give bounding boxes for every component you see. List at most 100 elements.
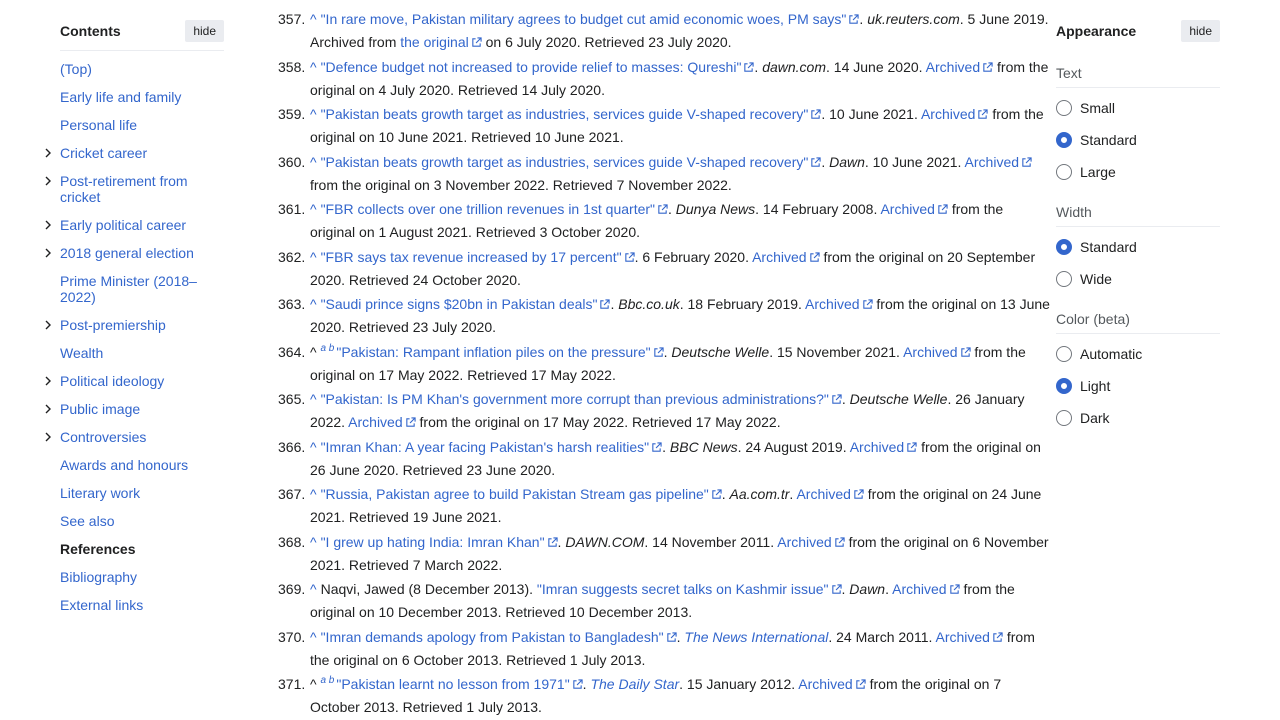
reference-title-link[interactable]: "In rare move, Pakistan military agrees … — [321, 11, 847, 27]
radio-option[interactable]: Automatic — [1056, 344, 1220, 364]
toc-item[interactable]: Awards and honours — [60, 457, 224, 473]
toc-item-label[interactable]: Prime Minister (2018–2022) — [60, 273, 197, 305]
backlink-caret[interactable]: ^ — [310, 296, 317, 312]
chevron-right-icon[interactable] — [42, 218, 54, 230]
toc-item-label[interactable]: See also — [60, 513, 114, 529]
backlink-caret[interactable]: ^ — [310, 391, 317, 407]
reference-title-link[interactable]: "Pakistan beats growth target as industr… — [321, 106, 809, 122]
reference-title-link[interactable]: "Pakistan: Is PM Khan's government more … — [321, 391, 829, 407]
toc-item[interactable]: Bibliography — [60, 569, 224, 585]
reference-title-link[interactable]: "I grew up hating India: Imran Khan" — [321, 534, 545, 550]
archived-link[interactable]: Archived — [752, 249, 806, 265]
toc-item[interactable]: Wealth — [60, 345, 224, 361]
reference-title-link[interactable]: "Imran demands apology from Pakistan to … — [321, 629, 664, 645]
backlink-caret[interactable]: ^ — [310, 201, 317, 217]
backlink-caret[interactable]: ^ — [310, 154, 317, 170]
reference-title-link[interactable]: "Imran suggests secret talks on Kashmir … — [537, 581, 829, 597]
chevron-right-icon[interactable] — [42, 146, 54, 158]
toc-item-label[interactable]: Post-retirement from cricket — [60, 173, 188, 205]
toc-item-label[interactable]: Public image — [60, 401, 140, 417]
radio-option[interactable]: Standard — [1056, 130, 1220, 150]
toc-item-label[interactable]: (Top) — [60, 61, 92, 77]
radio-button[interactable] — [1056, 410, 1072, 426]
toc-item-label[interactable]: Political ideology — [60, 373, 164, 389]
archived-link[interactable]: Archived — [880, 201, 934, 217]
radio-option[interactable]: Wide — [1056, 269, 1220, 289]
reference-publisher-link[interactable]: The News International — [684, 629, 828, 645]
archived-link[interactable]: Archived — [936, 629, 990, 645]
toc-item[interactable]: See also — [60, 513, 224, 529]
reference-title-link[interactable]: "Russia, Pakistan agree to build Pakista… — [321, 486, 709, 502]
radio-option[interactable]: Small — [1056, 98, 1220, 118]
radio-button[interactable] — [1056, 239, 1072, 255]
toc-item-label[interactable]: Controversies — [60, 429, 146, 445]
toc-item[interactable]: Cricket career — [45, 145, 224, 161]
toc-item[interactable]: References — [60, 541, 224, 557]
toc-item-label[interactable]: 2018 general election — [60, 245, 194, 261]
backlink-caret[interactable]: ^ — [310, 59, 317, 75]
backlink-caret[interactable]: ^ — [310, 439, 317, 455]
backlink-caret[interactable]: ^ — [310, 629, 317, 645]
toc-item-label[interactable]: Awards and honours — [60, 457, 188, 473]
reference-title-link[interactable]: "FBR collects over one trillion revenues… — [321, 201, 655, 217]
reference-title-link[interactable]: "FBR says tax revenue increased by 17 pe… — [321, 249, 622, 265]
appearance-hide-button[interactable]: hide — [1181, 20, 1220, 42]
backlink-caret[interactable]: ^ — [310, 11, 317, 27]
toc-item[interactable]: Public image — [45, 401, 224, 417]
toc-item-label[interactable]: Post-premiership — [60, 317, 166, 333]
backlink-letters[interactable]: a b — [320, 675, 334, 686]
backlink-caret[interactable]: ^ — [310, 106, 317, 122]
archived-link[interactable]: Archived — [777, 534, 831, 550]
toc-item[interactable]: External links — [60, 597, 224, 613]
toc-item-label[interactable]: Early political career — [60, 217, 186, 233]
backlink-caret[interactable]: ^ — [310, 249, 317, 265]
toc-item-label[interactable]: Early life and family — [60, 89, 181, 105]
radio-button[interactable] — [1056, 378, 1072, 394]
toc-item[interactable]: Literary work — [60, 485, 224, 501]
archived-link[interactable]: Archived — [892, 581, 946, 597]
toc-item[interactable]: Controversies — [45, 429, 224, 445]
archive-original-link[interactable]: the original — [400, 34, 469, 50]
chevron-right-icon[interactable] — [42, 174, 54, 186]
radio-button[interactable] — [1056, 271, 1072, 287]
reference-title-link[interactable]: "Defence budget not increased to provide… — [321, 59, 742, 75]
archived-link[interactable]: Archived — [965, 154, 1019, 170]
toc-item-label[interactable]: External links — [60, 597, 143, 613]
reference-title-link[interactable]: "Saudi prince signs $20bn in Pakistan de… — [321, 296, 598, 312]
chevron-right-icon[interactable] — [42, 246, 54, 258]
reference-title-link[interactable]: "Imran Khan: A year facing Pakistan's ha… — [321, 439, 650, 455]
toc-hide-button[interactable]: hide — [185, 20, 224, 42]
archived-link[interactable]: Archived — [903, 344, 957, 360]
toc-item-label[interactable]: Cricket career — [60, 145, 147, 161]
archived-link[interactable]: Archived — [921, 106, 975, 122]
radio-option[interactable]: Light — [1056, 376, 1220, 396]
toc-item[interactable]: Early political career — [45, 217, 224, 233]
toc-item[interactable]: Post-retirement from cricket — [45, 173, 224, 205]
archived-link[interactable]: Archived — [796, 486, 850, 502]
radio-button[interactable] — [1056, 164, 1072, 180]
radio-option[interactable]: Standard — [1056, 237, 1220, 257]
chevron-right-icon[interactable] — [42, 318, 54, 330]
backlink-letters[interactable]: a b — [320, 343, 334, 354]
toc-item[interactable]: Political ideology — [45, 373, 224, 389]
radio-button[interactable] — [1056, 346, 1072, 362]
radio-option[interactable]: Dark — [1056, 408, 1220, 428]
reference-publisher-link[interactable]: The Daily Star — [590, 676, 679, 692]
toc-item[interactable]: Post-premiership — [45, 317, 224, 333]
archived-link[interactable]: Archived — [926, 59, 980, 75]
reference-title-link[interactable]: "Pakistan beats growth target as industr… — [321, 154, 809, 170]
toc-item[interactable]: Prime Minister (2018–2022) — [60, 273, 224, 305]
toc-item-label[interactable]: Personal life — [60, 117, 137, 133]
backlink-caret[interactable]: ^ — [310, 581, 317, 597]
radio-option[interactable]: Large — [1056, 162, 1220, 182]
archived-link[interactable]: Archived — [805, 296, 859, 312]
chevron-right-icon[interactable] — [42, 430, 54, 442]
toc-item[interactable]: 2018 general election — [45, 245, 224, 261]
toc-item-label[interactable]: Wealth — [60, 345, 103, 361]
backlink-caret[interactable]: ^ — [310, 486, 317, 502]
backlink-caret[interactable]: ^ — [310, 534, 317, 550]
toc-item-label[interactable]: Literary work — [60, 485, 140, 501]
radio-button[interactable] — [1056, 100, 1072, 116]
toc-item[interactable]: (Top) — [60, 61, 224, 77]
reference-title-link[interactable]: "Pakistan: Rampant inflation piles on th… — [336, 344, 650, 360]
